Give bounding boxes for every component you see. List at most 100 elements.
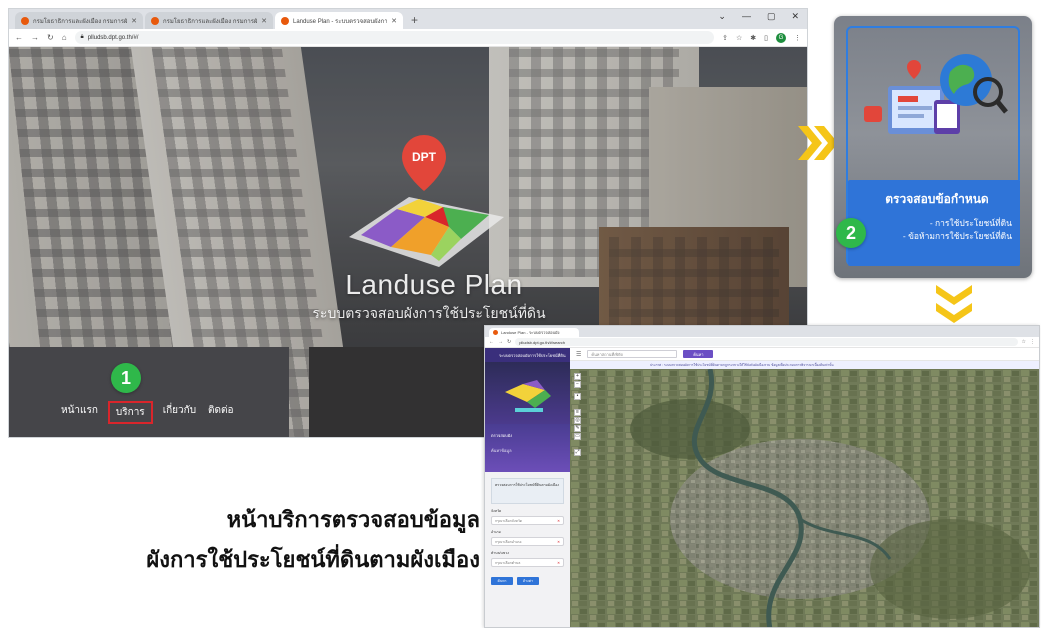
bookmark-star-icon[interactable]: ☆ xyxy=(736,34,742,42)
logo-badge-text: DPT xyxy=(412,150,437,164)
measure-icon[interactable]: ✎ xyxy=(574,425,581,432)
close-tab-icon[interactable]: ✕ xyxy=(391,17,397,25)
minimize-button[interactable]: — xyxy=(742,11,751,22)
close-tab-icon[interactable]: ✕ xyxy=(261,17,267,25)
caption-line-2: ผังการใช้ประโยชน์ที่ดินตามผังเมือง xyxy=(146,547,480,572)
locate-icon[interactable]: ◎ xyxy=(574,417,581,424)
zoom-in-button[interactable]: + xyxy=(574,373,581,380)
search-button[interactable]: ค้นหา xyxy=(491,577,513,585)
app-sidebar: ระบบตรวจสอบผังการใช้ประโยชน์ที่ดิน ตรวจส… xyxy=(485,348,570,627)
district-label: อำเภอ xyxy=(491,530,501,534)
card-item-restrictions: - ข้อห้ามการใช้ประโยชน์ที่ดิน xyxy=(902,231,1012,241)
sidepanel-icon[interactable]: ▯ xyxy=(764,34,768,42)
map-app: ระบบตรวจสอบผังการใช้ประโยชน์ที่ดิน ตรวจส… xyxy=(485,348,1039,627)
place-search-input[interactable]: ค้นหาสถานที่/พิกัด xyxy=(587,350,678,358)
browser-tab[interactable]: กรมโยธาธิการและผังเมือง กรมการผังเมือง ✕ xyxy=(145,12,273,29)
satellite-imagery xyxy=(570,369,1039,627)
subdistrict-label: ตำบล/แขวง xyxy=(491,551,509,555)
card-title: ตรวจสอบข้อกำหนด xyxy=(885,192,989,206)
back-arrow-icon[interactable]: ← xyxy=(15,33,23,42)
favicon-icon xyxy=(151,16,159,25)
browser-tab-active[interactable]: Landuse Plan - ระบบตรวจสอบผังการใช้ ✕ xyxy=(275,12,403,29)
composite-figure: กรมโยธาธิการและผังเมือง กรมการผังเมือง ✕… xyxy=(0,0,1041,628)
district-value: กรุณาเลือกอำเภอ xyxy=(495,539,522,544)
address-bar[interactable]: plludsb.dpt.go.th/#/search xyxy=(515,338,1018,346)
chevron-down-icon xyxy=(936,285,972,323)
close-window-button[interactable]: ✕ xyxy=(791,11,799,22)
url-text: plludsb.dpt.go.th/#/search xyxy=(519,339,566,345)
map-search-illustration-icon xyxy=(864,54,1008,134)
tab-strip: กรมโยธาธิการและผังเมือง กรมการผังเมือง ✕… xyxy=(9,9,807,29)
browser-toolbar: ← → ↻ ⌂ 🔒︎ plludsb.dpt.go.th/#/ ⇪ ☆ ✱ ▯ … xyxy=(9,29,807,47)
sidebar-menu: ตรวจสอบผัง ค้นหาข้อมูล xyxy=(485,424,570,472)
nav-services-highlighted[interactable]: บริการ xyxy=(107,401,153,424)
nav-about[interactable]: เกี่ยวกับ xyxy=(161,401,198,424)
browser-tab-active[interactable]: Landuse Plan - ระบบตรวจสอบผัง xyxy=(489,328,579,337)
maximize-button[interactable]: ▢ xyxy=(767,11,776,22)
close-tab-icon[interactable]: ✕ xyxy=(131,17,137,25)
forward-arrow-icon[interactable]: → xyxy=(31,33,39,42)
clear-x-icon[interactable]: ✕ xyxy=(557,519,560,523)
district-select[interactable]: กรุณาเลือกอำเภอ ✕ xyxy=(491,537,564,546)
reload-icon[interactable]: ↻ xyxy=(507,339,511,345)
form-buttons: ค้นหา ล้างค่า xyxy=(491,577,564,585)
clear-x-icon[interactable]: ✕ xyxy=(557,561,560,565)
search-form: ตรวจสอบการใช้ประโยชน์ที่ดินตามผังเมือง จ… xyxy=(485,472,570,591)
reload-icon[interactable]: ↻ xyxy=(47,33,54,42)
hero-title: Landuse Plan xyxy=(345,269,523,300)
province-value: กรุณาเลือกจังหวัด xyxy=(495,518,523,523)
forward-arrow-icon[interactable]: → xyxy=(498,339,503,345)
figure-caption: หน้าบริการตรวจสอบข้อมูล ผังการใช้ประโยชน… xyxy=(60,500,480,580)
province-select[interactable]: กรุณาเลือกจังหวัด ✕ xyxy=(491,516,564,525)
subdistrict-value: กรุณาเลือกตำบล xyxy=(495,560,521,565)
url-text: plludsb.dpt.go.th/#/ xyxy=(87,34,139,41)
nav-contact[interactable]: ติดต่อ xyxy=(206,401,236,424)
nav-home[interactable]: หน้าแรก xyxy=(59,401,100,424)
extensions-icon[interactable]: ✱ xyxy=(750,34,756,42)
browser-tab[interactable]: กรมโยธาธิการและผังเมือง กรมการผังเมือง ✕ xyxy=(15,12,143,29)
tab-strip: Landuse Plan - ระบบตรวจสอบผัง xyxy=(485,326,1039,337)
menu-kebab-icon[interactable]: ⋮ xyxy=(794,34,801,42)
layers-icon[interactable]: ≡ xyxy=(574,409,581,416)
hamburger-icon[interactable]: ☰ xyxy=(576,351,581,358)
map-tool-icon[interactable]: • xyxy=(574,393,581,400)
hero-subtitle: ระบบตรวจสอบผังการใช้ประโยชน์ที่ดิน xyxy=(312,305,546,321)
satellite-map[interactable]: + − • ≡ ◎ ✎ ▭ ⤢ xyxy=(570,369,1039,627)
draw-icon[interactable]: ▭ xyxy=(574,433,581,440)
clear-x-icon[interactable]: ✕ xyxy=(557,540,560,544)
home-icon[interactable]: ⌂ xyxy=(62,33,67,42)
share-icon[interactable]: ⇪ xyxy=(722,34,728,42)
province-label: จังหวัด xyxy=(491,509,502,513)
announcement-ticker: ประกาศ : ระบบตรวจสอบผังการใช้ประโยชน์ที่… xyxy=(570,361,1039,369)
sidebar-header: ระบบตรวจสอบผังการใช้ประโยชน์ที่ดิน xyxy=(485,348,570,362)
fullscreen-icon[interactable]: ⤢ xyxy=(574,449,581,456)
new-tab-button[interactable]: + xyxy=(405,12,424,29)
sidebar-menu-title[interactable]: ตรวจสอบผัง xyxy=(491,432,564,439)
clear-button[interactable]: ล้างค่า xyxy=(517,577,539,585)
hero-nav: หน้าแรก บริการ เกี่ยวกับ ติดต่อ xyxy=(59,401,236,424)
card-info-panel: ตรวจสอบข้อกำหนด - การใช้ประโยชน์ที่ดิน -… xyxy=(848,180,1020,266)
window-controls: ⌄ — ▢ ✕ xyxy=(718,11,799,22)
address-bar[interactable]: 🔒︎ plludsb.dpt.go.th/#/ xyxy=(74,31,715,44)
tab-title: กรมโยธาธิการและผังเมือง กรมการผังเมือง xyxy=(33,18,128,25)
place-search-button[interactable]: ค้นหา xyxy=(683,350,714,358)
check-requirements-card: ตรวจสอบข้อกำหนด - การใช้ประโยชน์ที่ดิน -… xyxy=(834,16,1032,278)
profile-avatar[interactable]: G xyxy=(776,32,786,43)
menu-kebab-icon[interactable]: ⋮ xyxy=(1030,339,1035,345)
tab-search-icon[interactable]: ⌄ xyxy=(718,11,726,22)
mini-logo-icon xyxy=(505,380,551,412)
subdistrict-select[interactable]: กรุณาเลือกตำบล ✕ xyxy=(491,558,564,567)
tab-title: Landuse Plan - ระบบตรวจสอบผัง xyxy=(501,330,560,335)
step-2-badge: 2 xyxy=(836,218,866,248)
bookmark-star-icon[interactable]: ☆ xyxy=(1022,339,1026,345)
step-1-badge: 1 xyxy=(111,363,141,393)
sidebar-menu-sub[interactable]: ค้นหาข้อมูล xyxy=(491,447,564,454)
sidebar-hero xyxy=(485,362,570,424)
landuse-logo-icon: DPT xyxy=(349,135,504,267)
tab-title: กรมโยธาธิการและผังเมือง กรมการผังเมือง xyxy=(163,18,258,25)
zoom-out-button[interactable]: − xyxy=(574,381,581,388)
back-arrow-icon[interactable]: ← xyxy=(489,339,494,345)
toolbar-actions: ⇪ ☆ ✱ ▯ G ⋮ xyxy=(722,32,801,43)
favicon-icon xyxy=(21,16,29,25)
map-app-browser-window: Landuse Plan - ระบบตรวจสอบผัง ← → ↻ pllu… xyxy=(484,325,1040,628)
